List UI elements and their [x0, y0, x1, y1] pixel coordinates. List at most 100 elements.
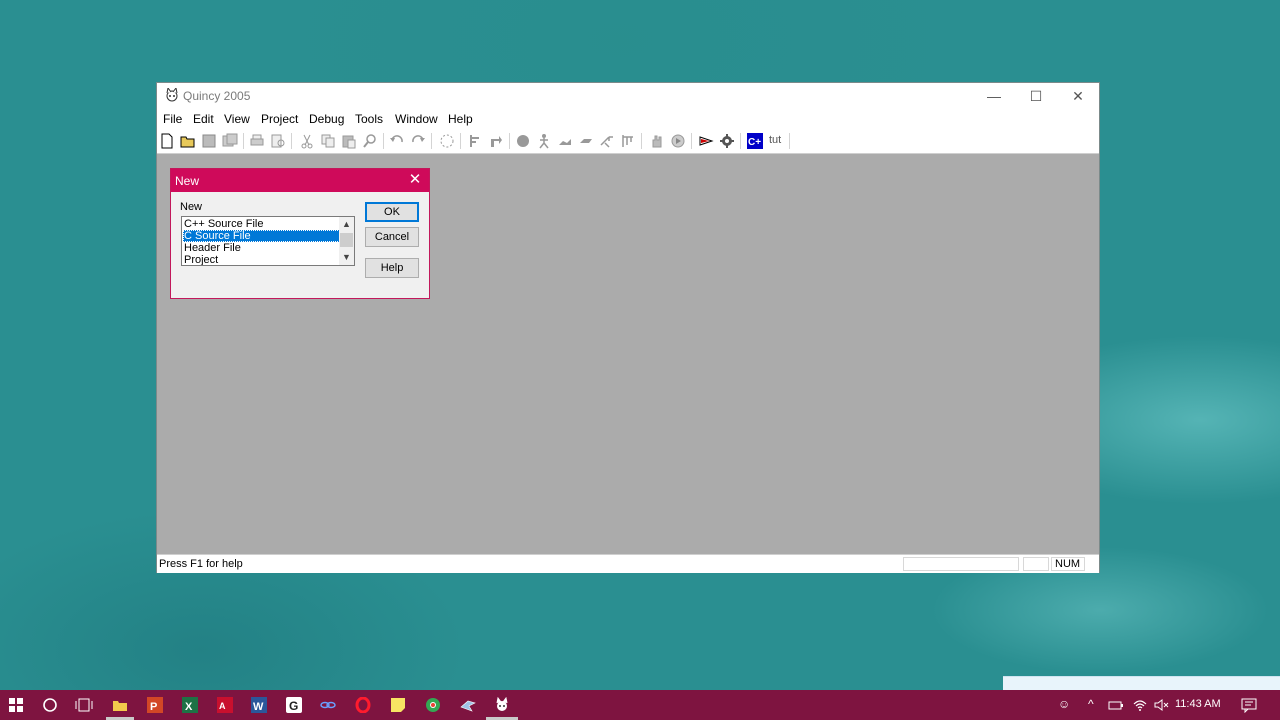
menu-tools[interactable]: Tools	[355, 112, 383, 126]
close-button[interactable]: ✕	[1057, 83, 1099, 109]
chevron-up-icon[interactable]: ^	[1088, 697, 1094, 711]
scroll-thumb[interactable]	[340, 233, 353, 247]
volume-muted-icon[interactable]	[1151, 695, 1171, 715]
find-icon[interactable]	[362, 133, 378, 149]
save-icon[interactable]	[201, 133, 217, 149]
hand-icon[interactable]	[649, 133, 665, 149]
svg-text:W: W	[253, 701, 264, 713]
new-dialog: New ✕ New C++ Source File C Source File …	[170, 168, 430, 299]
menu-help[interactable]: Help	[448, 112, 473, 126]
debug-run-icon[interactable]	[670, 133, 686, 149]
listbox-scrollbar[interactable]: ▲ ▼	[339, 217, 354, 265]
link-icon[interactable]	[318, 695, 338, 715]
start-icon[interactable]	[6, 695, 26, 715]
app-g-icon[interactable]: G	[284, 695, 304, 715]
taskbar-flyout-strip	[1003, 676, 1280, 691]
powerpoint-icon[interactable]: P	[145, 695, 165, 715]
dialog-close-icon[interactable]: ✕	[407, 172, 423, 188]
menu-view[interactable]: View	[224, 112, 250, 126]
menu-window[interactable]: Window	[395, 112, 438, 126]
cut-icon[interactable]	[299, 133, 315, 149]
dialog-list-label: New	[180, 201, 203, 213]
app-bird-icon[interactable]	[458, 695, 478, 715]
gear-icon[interactable]	[719, 133, 735, 149]
taskbar: P X A W G ☺ ^ 11:43 AM	[0, 690, 1280, 720]
sticky-notes-icon[interactable]	[388, 695, 408, 715]
tut-label[interactable]: tut	[769, 134, 781, 146]
toolbar: C+ tut	[157, 129, 1099, 154]
cortana-icon[interactable]	[40, 695, 60, 715]
excel-icon[interactable]: X	[180, 695, 200, 715]
minimize-button[interactable]: —	[973, 83, 1015, 109]
toolbar-separator	[383, 133, 384, 149]
run-to-cursor-icon[interactable]	[620, 133, 636, 149]
battery-icon[interactable]	[1106, 695, 1126, 715]
redo-icon[interactable]	[410, 133, 426, 149]
notifications-icon[interactable]	[1239, 695, 1259, 715]
copy-icon[interactable]	[320, 133, 336, 149]
list-item[interactable]: Header File	[183, 242, 340, 254]
build-all-icon[interactable]	[439, 133, 455, 149]
task-view-icon[interactable]	[74, 695, 94, 715]
scroll-down-icon[interactable]: ▼	[339, 250, 354, 265]
clock[interactable]: 11:43 AM	[1175, 698, 1221, 710]
window-title: Quincy 2005	[183, 89, 251, 103]
help-button[interactable]: Help	[365, 258, 419, 278]
title-bar[interactable]: Quincy 2005 — ☐ ✕	[157, 83, 1099, 109]
word-icon[interactable]: W	[249, 695, 269, 715]
file-explorer-icon[interactable]	[110, 695, 130, 715]
menu-edit[interactable]: Edit	[193, 112, 214, 126]
quincy-cat-icon	[166, 88, 178, 102]
people-icon[interactable]: ☺	[1058, 697, 1070, 711]
svg-text:X: X	[185, 701, 193, 713]
step-over-icon[interactable]	[557, 133, 573, 149]
cpp-icon[interactable]: C+	[747, 133, 763, 149]
svg-text:A: A	[219, 701, 226, 711]
compile-icon[interactable]	[698, 133, 714, 149]
undo-icon[interactable]	[389, 133, 405, 149]
chrome-icon[interactable]	[423, 695, 443, 715]
scroll-up-icon[interactable]: ▲	[339, 217, 354, 232]
acrobat-icon[interactable]: A	[215, 695, 235, 715]
svg-text:P: P	[150, 701, 157, 713]
step-icon[interactable]	[467, 133, 483, 149]
status-pane-caps	[1023, 557, 1049, 571]
status-help-text: Press F1 for help	[159, 558, 243, 570]
menu-file[interactable]: File	[163, 112, 182, 126]
file-type-listbox[interactable]: C++ Source File C Source File Header Fil…	[181, 216, 355, 266]
ok-button[interactable]: OK	[365, 202, 419, 222]
opera-icon[interactable]	[353, 695, 373, 715]
paste-icon[interactable]	[341, 133, 357, 149]
toolbar-separator	[291, 133, 292, 149]
toolbar-separator	[509, 133, 510, 149]
list-item[interactable]: C++ Source File	[183, 218, 340, 230]
toolbar-separator	[740, 133, 741, 149]
status-bar: Press F1 for help NUM	[157, 554, 1099, 573]
toolbar-separator	[789, 133, 790, 149]
print-preview-icon[interactable]	[270, 133, 286, 149]
print-icon[interactable]	[249, 133, 265, 149]
breakpoint-icon[interactable]	[515, 133, 531, 149]
list-item-selected[interactable]: C Source File	[183, 230, 340, 242]
toolbar-separator	[460, 133, 461, 149]
toolbar-separator	[431, 133, 432, 149]
wifi-icon[interactable]	[1130, 695, 1150, 715]
new-file-icon[interactable]	[159, 133, 175, 149]
step-into-icon[interactable]	[488, 133, 504, 149]
menu-debug[interactable]: Debug	[309, 112, 344, 126]
save-all-icon[interactable]	[222, 133, 238, 149]
toolbar-separator	[243, 133, 244, 149]
step-out-icon[interactable]	[578, 133, 594, 149]
cancel-button[interactable]: Cancel	[365, 227, 419, 247]
maximize-button[interactable]: ☐	[1015, 83, 1057, 109]
watch-icon[interactable]	[599, 133, 615, 149]
open-folder-icon[interactable]	[180, 133, 196, 149]
quincy-icon[interactable]	[492, 695, 512, 715]
dialog-title-bar[interactable]: New ✕	[171, 169, 429, 192]
run-icon[interactable]	[536, 133, 552, 149]
svg-text:C+: C+	[748, 137, 761, 148]
menu-project[interactable]: Project	[261, 112, 298, 126]
svg-text:G: G	[289, 699, 298, 713]
status-num: NUM	[1051, 557, 1085, 571]
list-item[interactable]: Project	[183, 254, 340, 265]
